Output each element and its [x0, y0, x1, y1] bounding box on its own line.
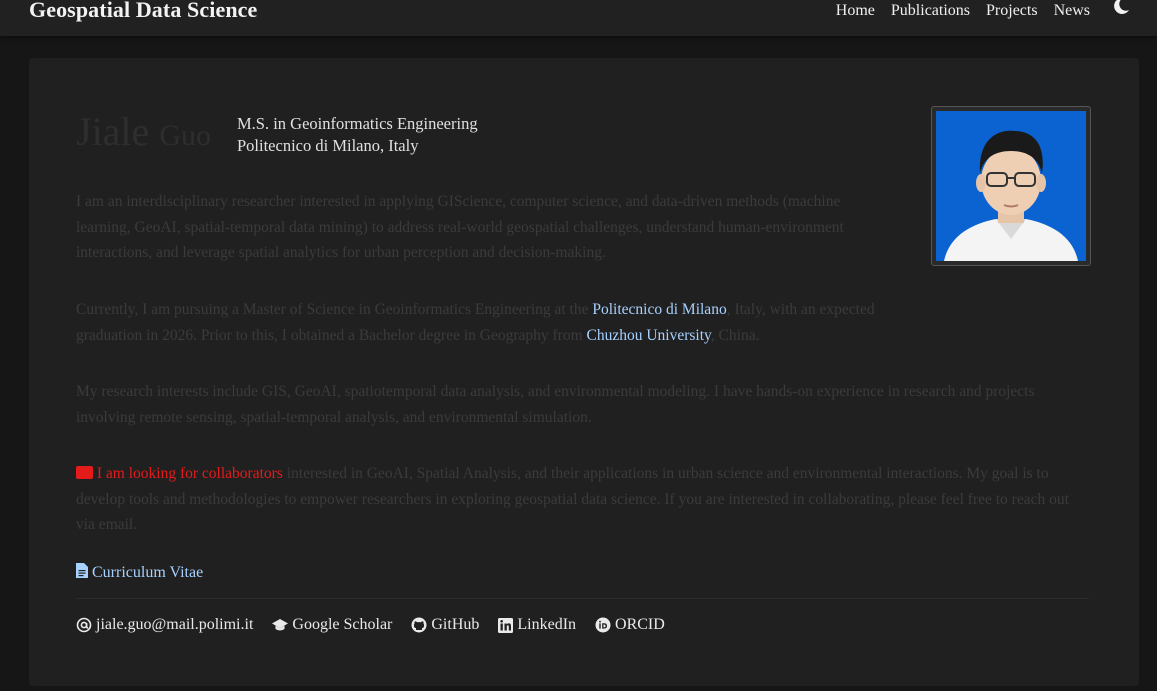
bio-paragraph-3: My research interests include GIS, GeoAI… — [76, 383, 1035, 426]
first-name: Jiale — [76, 109, 150, 154]
chuzhou-university-link[interactable]: Chuzhou University — [587, 327, 711, 344]
email-label: jiale.guo@mail.polimi.it — [96, 616, 254, 633]
github-link[interactable]: GitHub — [411, 616, 479, 634]
linkedin-label: LinkedIn — [517, 616, 577, 633]
orcid-label: ORCID — [615, 616, 665, 633]
nav-publications-link[interactable]: Publications — [891, 2, 970, 20]
at-icon — [76, 617, 92, 633]
github-label: GitHub — [431, 616, 480, 633]
profile-name: Jiale Guo — [76, 108, 211, 160]
orcid-link[interactable]: ORCID — [595, 616, 665, 634]
google-scholar-label: Google Scholar — [292, 616, 393, 633]
curriculum-vitae-link[interactable]: Curriculum Vitae — [76, 563, 203, 582]
orcid-icon — [595, 617, 611, 633]
bio-paragraph-1: I am an interdisciplinary researcher int… — [76, 193, 844, 261]
nav-home-link[interactable]: Home — [836, 2, 875, 20]
file-text-icon — [76, 563, 88, 578]
bio-paragraph-2: Currently, I am pursuing a Master of Sci… — [76, 297, 916, 348]
nav-news-link[interactable]: News — [1054, 2, 1090, 20]
moon-icon[interactable] — [1111, 0, 1131, 16]
bio-paragraph-4: I am looking for collaborators intereste… — [76, 461, 1091, 538]
linkedin-link[interactable]: LinkedIn — [498, 616, 576, 634]
nav-projects-link[interactable]: Projects — [986, 2, 1038, 20]
divider — [76, 598, 1089, 599]
last-name: Guo — [159, 119, 211, 152]
collaborators-link[interactable]: I am looking for collaborators — [97, 465, 283, 482]
bio-p2-text-c: , China. — [710, 326, 760, 344]
google-scholar-link[interactable]: Google Scholar — [272, 616, 392, 634]
graduation-cap-icon — [272, 619, 289, 631]
site-brand-link[interactable]: Geospatial Data Science — [29, 0, 257, 23]
github-icon — [411, 617, 427, 633]
linkedin-icon — [498, 617, 514, 633]
politecnico-link[interactable]: Politecnico di Milano — [592, 301, 726, 318]
profile-photo — [931, 106, 1091, 266]
degree-text: M.S. in Geoinformatics Engineering — [237, 114, 478, 133]
email-link[interactable]: jiale.guo@mail.polimi.it — [76, 616, 253, 634]
nav-links: Home Publications Projects News — [820, 2, 1090, 20]
contact-links: jiale.guo@mail.polimi.it Google Scholar … — [76, 616, 684, 634]
top-navbar: Geospatial Data Science Home Publication… — [0, 0, 1157, 36]
institution-text: Politecnico di Milano, Italy — [237, 136, 419, 155]
profile-card: Jiale Guo M.S. in Geoinformatics Enginee… — [29, 58, 1139, 686]
ad-icon — [76, 466, 93, 479]
profile-affiliation: M.S. in Geoinformatics Engineering Polit… — [237, 113, 478, 157]
cv-label: Curriculum Vitae — [92, 564, 204, 581]
bio-p2-text-a: Currently, I am pursuing a Master of Sci… — [76, 301, 593, 318]
